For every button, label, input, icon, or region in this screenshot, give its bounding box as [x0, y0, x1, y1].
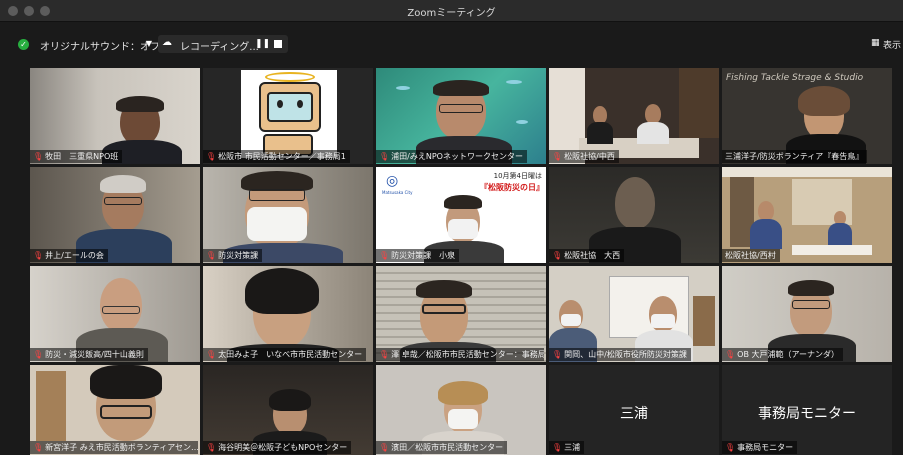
video-tile[interactable]: ◎ Matsusaka City 10月第4日曜は 『松阪防災の日』 🎙︎ 防災対… [376, 167, 546, 263]
video-tile[interactable]: 🎙︎ 新宮洋子 みえ市民活動ボランティアセン… [30, 365, 200, 455]
participant-name: 松阪社協/西村 [722, 249, 780, 262]
muted-mic-icon: 🎙︎ [552, 152, 563, 161]
meeting-toolbar: ✓ オリジナルサウンド：オフ ▼ ☁ レコーディング... ❚❚ ▦ 表示 [0, 23, 903, 65]
muted-mic-icon: 🎙︎ [725, 443, 736, 452]
video-tile[interactable]: 🎙︎ 澤 卓哉／松阪市市民活動センター：事務局 [376, 266, 546, 362]
video-tile[interactable]: 🎙︎ 防災・減災飯高/四十山義則 [30, 266, 200, 362]
video-tile[interactable]: Fishing Tackle Strage & Studio 三浦洋子/防災ボラ… [722, 68, 892, 164]
video-tile[interactable]: 🎙︎ 松阪社協 大西 [549, 167, 719, 263]
participant-name: 🎙︎ 新宮洋子 みえ市民活動ボランティアセン… [30, 441, 198, 454]
muted-mic-icon: 🎙︎ [206, 443, 217, 452]
chevron-down-icon[interactable]: ▼ [144, 37, 154, 51]
video-tile[interactable]: 🎙︎ 井上/エールの会 [30, 167, 200, 263]
video-tile[interactable]: 🎙︎ 牧田 三重県NPO班 [30, 68, 200, 164]
participant-name: 🎙︎ 三浦 [549, 441, 585, 454]
muted-mic-icon: 🎙︎ [725, 350, 736, 359]
video-tile[interactable]: 🎙︎ 浦田/みえNPOネットワークセンター [376, 68, 546, 164]
stop-recording-button[interactable] [274, 40, 282, 48]
participant-name: 🎙︎ 澤 卓哉／松阪市市民活動センター：事務局 [376, 348, 544, 361]
pause-recording-button[interactable]: ❚❚ [255, 38, 270, 50]
participant-name: 🎙︎ 防災対策課 [203, 249, 263, 262]
muted-mic-icon: 🎙︎ [206, 152, 217, 161]
muted-mic-icon: 🎙︎ [552, 251, 563, 260]
participant-name: 🎙︎ 浦田/みえNPOネットワークセンター [376, 150, 527, 163]
recording-label: レコーディング... [180, 42, 259, 53]
video-tile[interactable]: 🎙︎ 関岡、山中/松阪市役所防災対策課 [549, 266, 719, 362]
slide-line1: 10月第4日曜は [493, 172, 542, 180]
title-bar: Zoomミーティング [0, 0, 903, 22]
muted-mic-icon: 🎙︎ [379, 251, 390, 260]
active-speaker-tile[interactable]: 松阪社協/西村 [722, 167, 892, 263]
muted-mic-icon: 🎙︎ [379, 152, 390, 161]
participant-name: 🎙︎ 事務局モニター [722, 441, 798, 454]
video-tile[interactable]: 🎙︎ 海谷明美＠松阪子どもNPOセンター [203, 365, 373, 455]
muted-mic-icon: 🎙︎ [552, 350, 563, 359]
participant-display-name: 三浦 [620, 406, 648, 422]
muted-mic-icon: 🎙︎ [206, 251, 217, 260]
participant-name: 🎙︎ 濱田／松阪市市民活動センター [376, 441, 508, 454]
grid-view-icon[interactable]: ▦ [871, 39, 880, 48]
muted-mic-icon: 🎙︎ [206, 350, 217, 359]
muted-mic-icon: 🎙︎ [552, 443, 563, 452]
video-off-tile[interactable]: 事務局モニター 🎙︎ 事務局モニター [722, 365, 892, 455]
video-tile[interactable]: 🎙︎ 防災対策課 [203, 167, 373, 263]
participant-name: 三浦洋子/防災ボランティア『春告鳥』 [722, 150, 868, 163]
video-tile[interactable]: 🎙︎ 濱田／松阪市市民活動センター [376, 365, 546, 455]
video-tile[interactable]: 🎙︎ 太田みよ子 いなべ市市民活動センター [203, 266, 373, 362]
participant-name: 🎙︎ OB 大戸浦範（アーナンダ） [722, 348, 844, 361]
participant-name: 🎙︎ 松阪社協/中西 [549, 150, 619, 163]
muted-mic-icon: 🎙︎ [33, 350, 44, 359]
video-tile[interactable]: 🎙︎ 松阪社協/中西 [549, 68, 719, 164]
muted-mic-icon: 🎙︎ [33, 443, 44, 452]
participant-name: 🎙︎ 海谷明美＠松阪子どもNPOセンター [203, 441, 352, 454]
participant-display-name: 事務局モニター [758, 406, 856, 422]
participant-name: 🎙︎ 防災・減災飯高/四十山義則 [30, 348, 148, 361]
security-shield-icon[interactable]: ✓ [18, 39, 29, 50]
muted-mic-icon: 🎙︎ [379, 443, 390, 452]
city-logo-icon: ◎ [386, 173, 399, 189]
video-off-tile[interactable]: 三浦 🎙︎ 三浦 [549, 365, 719, 455]
cloud-record-icon: ☁ [162, 37, 172, 48]
participant-name: 🎙︎ 松阪社協 大西 [549, 249, 625, 262]
participant-name: 🎙︎ 関岡、山中/松阪市役所防災対策課 [549, 348, 691, 361]
participant-name: 🎙︎ 太田みよ子 いなべ市市民活動センター [203, 348, 367, 361]
muted-mic-icon: 🎙︎ [33, 152, 44, 161]
muted-mic-icon: 🎙︎ [379, 350, 390, 359]
muted-mic-icon: 🎙︎ [33, 251, 44, 260]
participant-name: 🎙︎ 松阪市 市民活動センター／事務局1 [203, 150, 350, 163]
participant-name: 🎙︎ 井上/エールの会 [30, 249, 108, 262]
slide-line2: 『松阪防災の日』 [480, 183, 544, 192]
city-logo-text: Matsusaka City [382, 190, 413, 195]
participant-name: 🎙︎ 牧田 三重県NPO班 [30, 150, 123, 163]
window-title: Zoomミーティング [407, 8, 496, 19]
video-tile[interactable]: 🎙︎ OB 大戸浦範（アーナンダ） [722, 266, 892, 362]
zoom-window: Zoomミーティング ✓ オリジナルサウンド：オフ ▼ ☁ レコーディング...… [0, 0, 903, 455]
view-button[interactable]: 表示 [883, 38, 901, 51]
original-sound-toggle[interactable]: オリジナルサウンド：オフ [40, 38, 160, 53]
video-tile[interactable]: 🎙︎ 松阪市 市民活動センター／事務局1 [203, 68, 373, 164]
participant-name: 🎙︎ 防災対策課 小泉 [376, 249, 460, 262]
